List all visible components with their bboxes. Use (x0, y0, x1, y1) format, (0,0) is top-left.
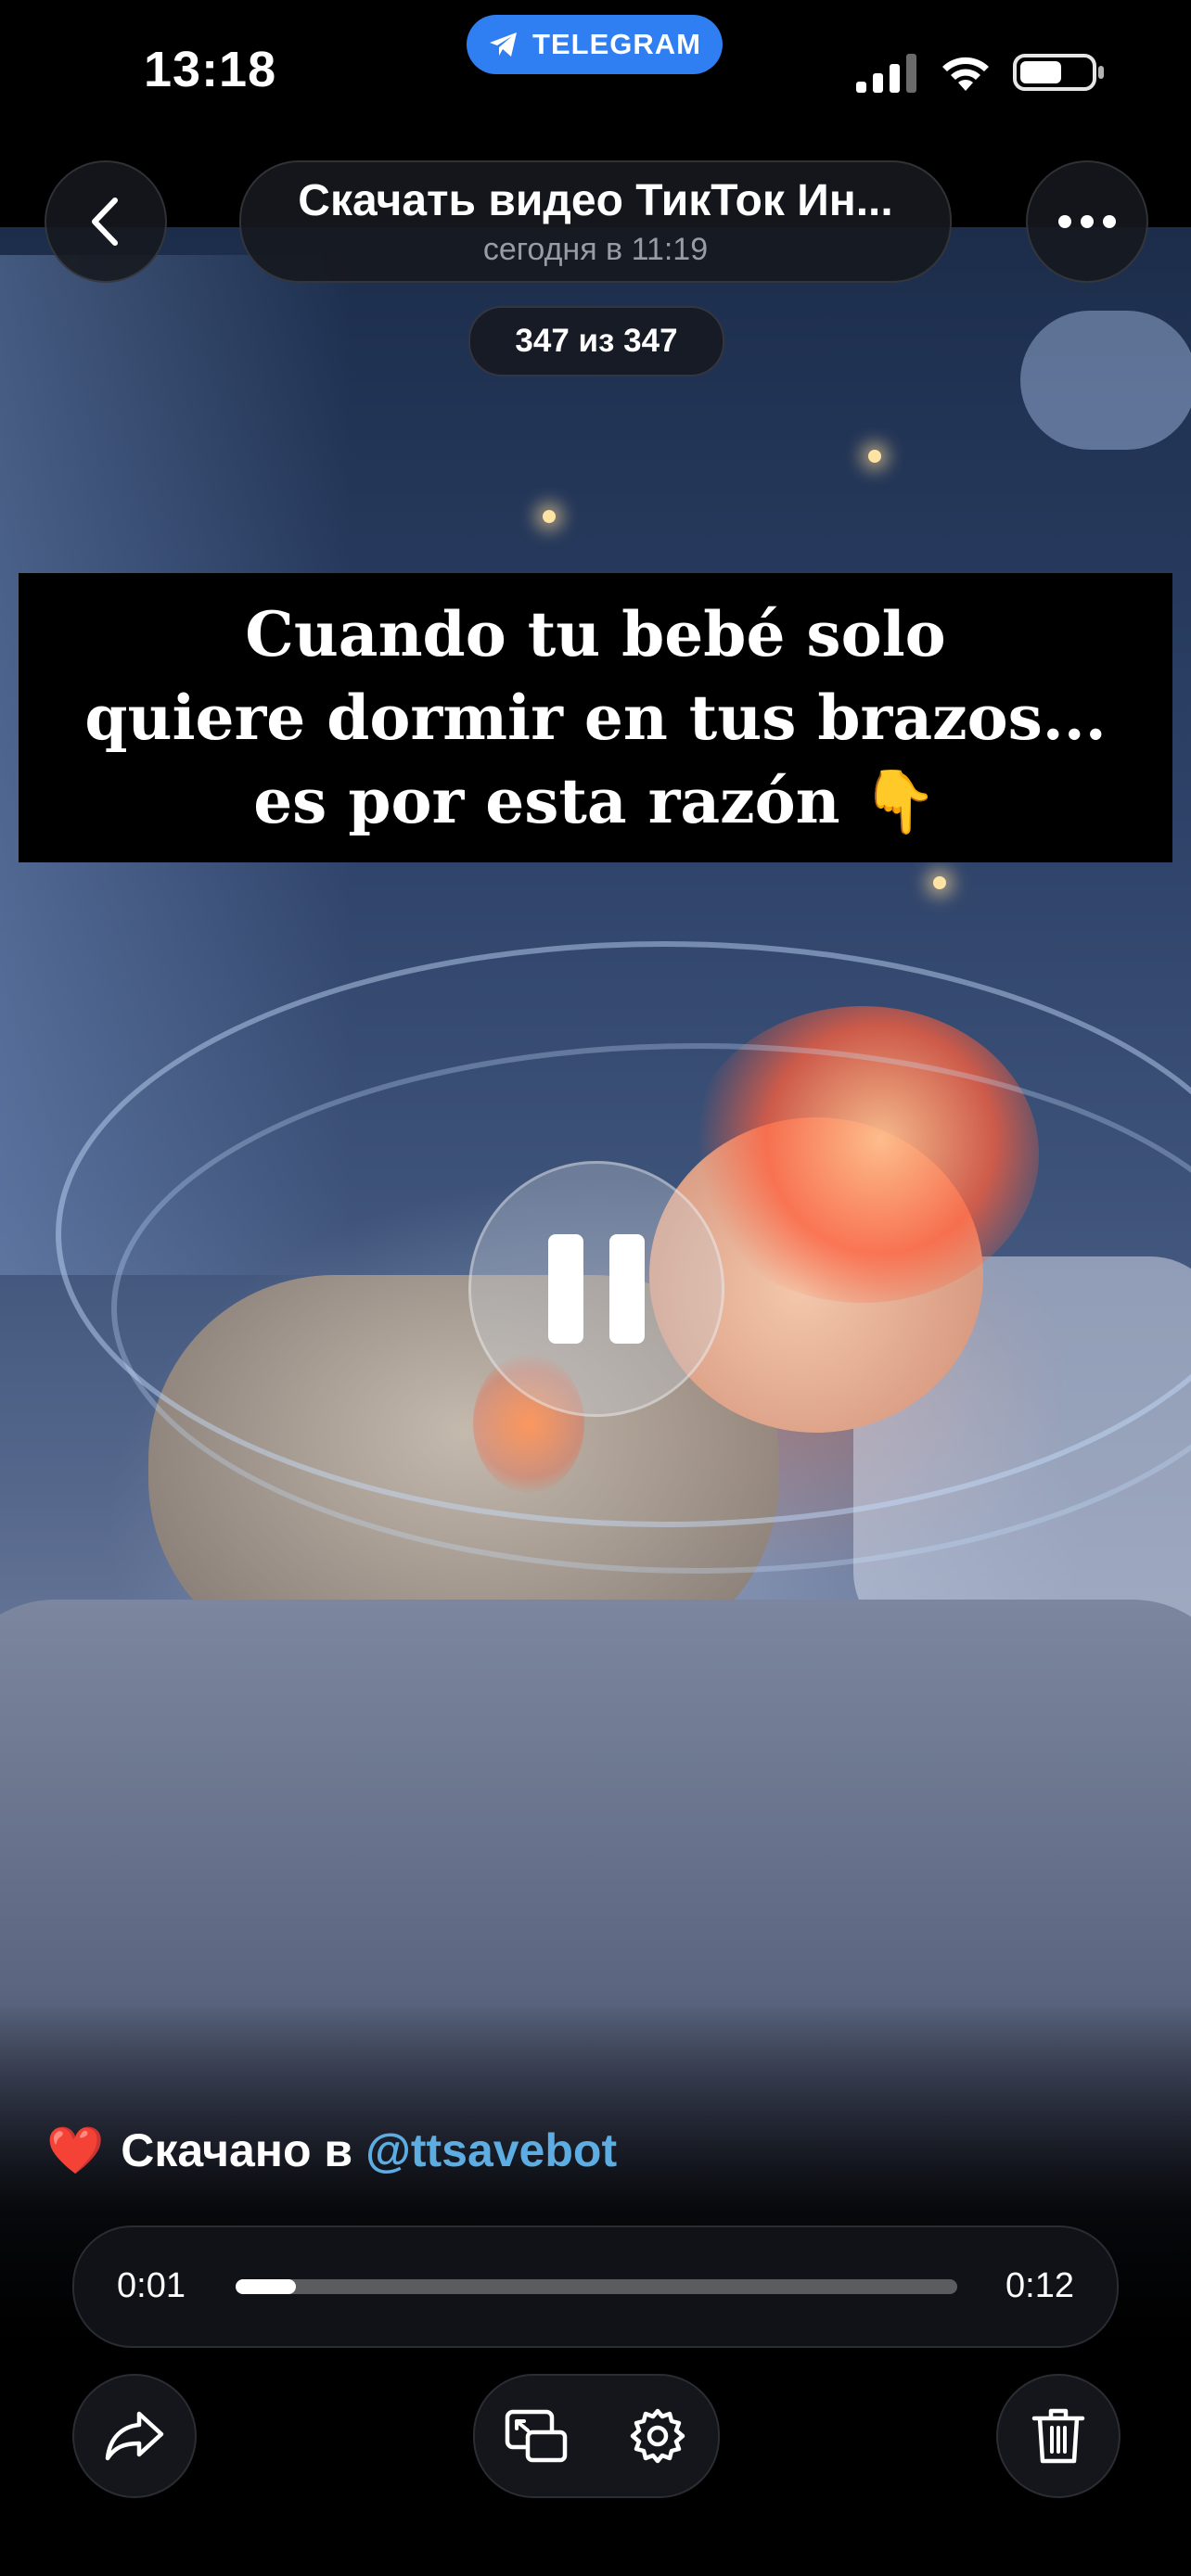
fairy-light (868, 450, 881, 463)
caption-line-1: Cuando tu bebé solo (245, 598, 946, 670)
status-time: 13:18 (144, 42, 277, 97)
status-bar: 13:18 TELEGRAM (0, 0, 1191, 139)
seek-slider[interactable] (236, 2279, 957, 2294)
media-counter: 347 из 347 (468, 306, 724, 376)
caption-line-3: es por esta razón 👇 (253, 765, 938, 837)
current-time: 0:01 (117, 2266, 186, 2305)
bot-link[interactable]: @ttsavebot (365, 2124, 617, 2176)
battery-icon (1013, 54, 1104, 91)
pause-button[interactable] (468, 1161, 724, 1417)
more-button[interactable] (1026, 160, 1148, 283)
settings-gear-icon (630, 2408, 685, 2464)
media-title-pill[interactable]: Скачать видео ТикТок Ин... сегодня в 11:… (239, 160, 952, 283)
trash-icon (1031, 2408, 1085, 2464)
total-time: 0:12 (1005, 2266, 1074, 2305)
pause-icon (609, 1234, 645, 1344)
video-caption-overlay: Cuando tu bebé solo quiere dormir en tus… (19, 573, 1172, 862)
share-icon (105, 2411, 164, 2461)
telegram-icon (490, 32, 518, 57)
media-options-group (473, 2374, 720, 2498)
fairy-light (543, 510, 556, 523)
caption-line-2: quiere dormir en tus brazos... (84, 682, 1107, 754)
fairy-light (933, 876, 946, 889)
seek-progress (236, 2279, 296, 2294)
heart-emoji: ❤️ (46, 2124, 105, 2176)
telegram-pill-label: TELEGRAM (532, 28, 701, 60)
telegram-return-pill[interactable]: TELEGRAM (467, 15, 723, 74)
signal-icon (856, 54, 916, 93)
media-date: сегодня в 11:19 (482, 232, 709, 267)
credit-text: Скачано в (121, 2124, 353, 2176)
more-horizontal-icon (1058, 215, 1116, 228)
cloud-wall-decoration (1020, 311, 1191, 450)
delete-button[interactable] (996, 2374, 1121, 2498)
back-button[interactable] (45, 160, 167, 283)
share-button[interactable] (72, 2374, 197, 2498)
pause-icon (548, 1234, 583, 1344)
settings-button[interactable] (625, 2404, 690, 2468)
picture-in-picture-button[interactable] (504, 2404, 569, 2468)
picture-in-picture-icon (505, 2409, 567, 2463)
playback-bar: 0:01 0:12 (72, 2225, 1119, 2348)
chat-title: Скачать видео ТикТок Ин... (298, 176, 893, 225)
chevron-left-icon (92, 198, 118, 246)
video-credit: ❤️ Скачано в @ttsavebot (46, 2123, 617, 2178)
wifi-icon (942, 57, 989, 91)
